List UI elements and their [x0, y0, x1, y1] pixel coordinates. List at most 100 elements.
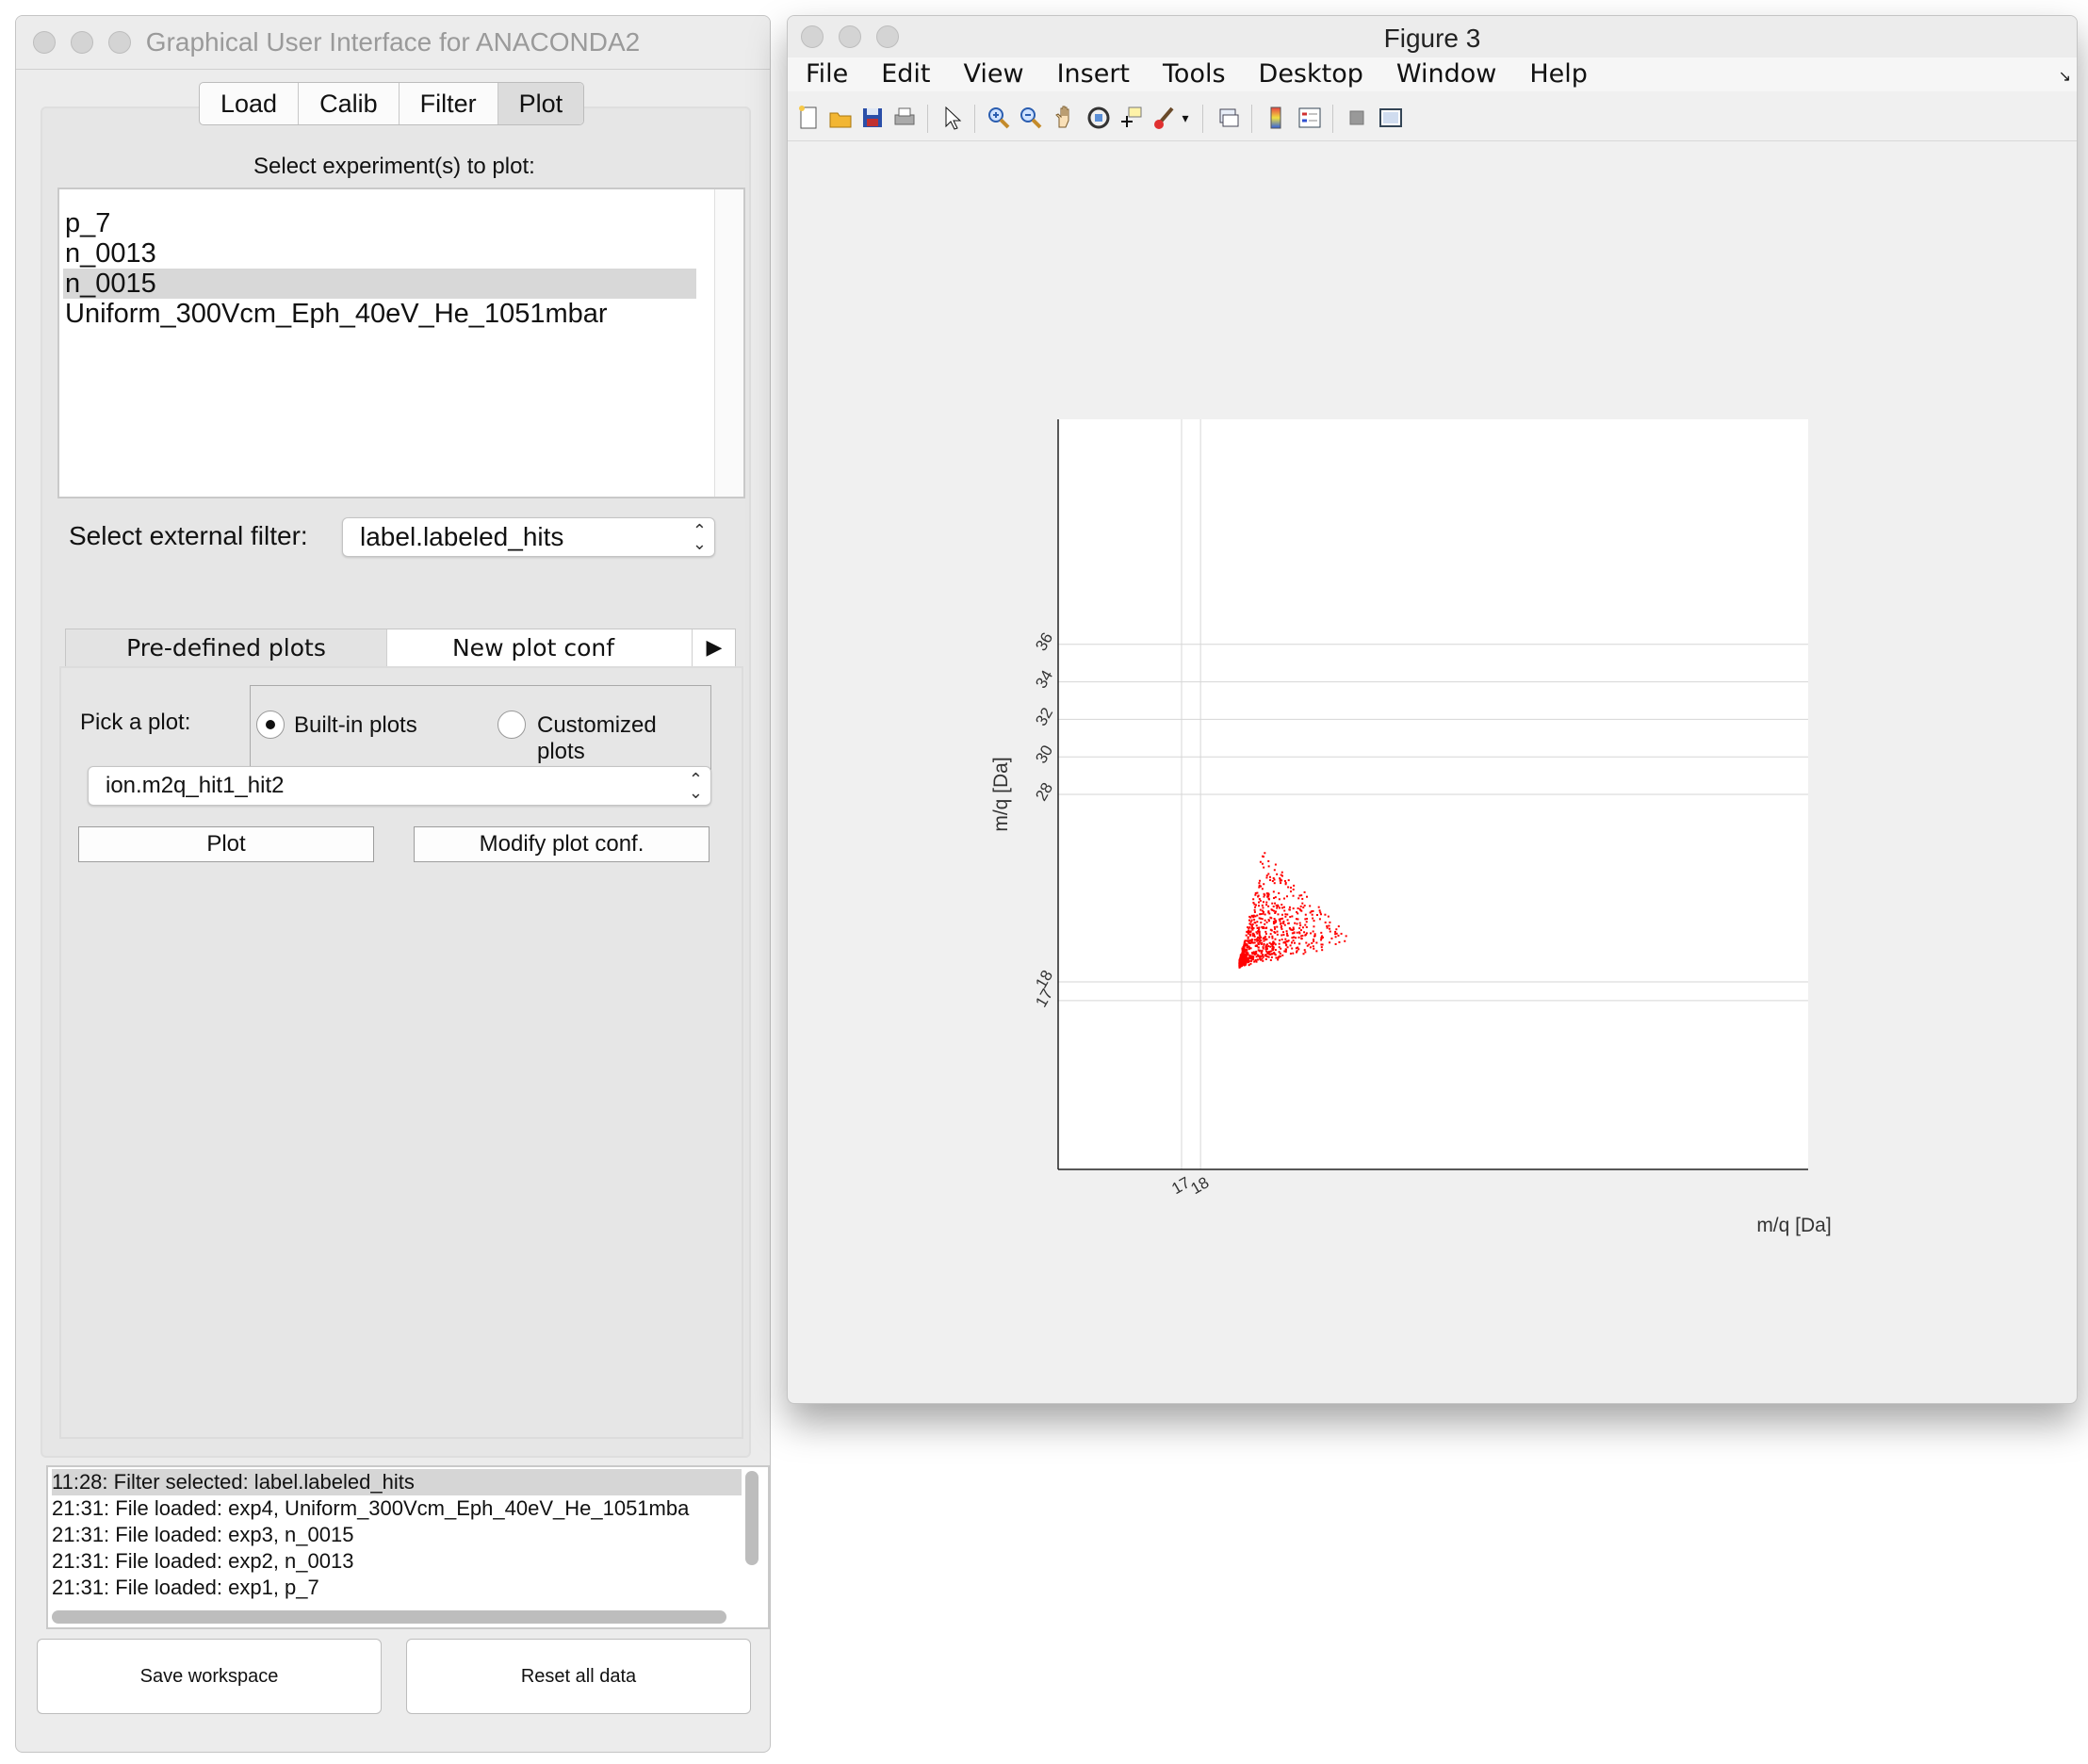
log-line-selected[interactable]: 11:28: Filter selected: label.labeled_hi… — [52, 1469, 742, 1495]
scatter-point — [1257, 946, 1260, 949]
scatter-point — [1263, 866, 1265, 869]
scatter-point — [1281, 934, 1283, 937]
log-line[interactable]: 21:31: File loaded: exp4, Uniform_300Vcm… — [52, 1495, 742, 1522]
menu-tools[interactable]: Tools — [1163, 57, 1226, 91]
colorbar-icon[interactable] — [1263, 105, 1289, 131]
scatter-point — [1313, 920, 1315, 923]
menu-insert[interactable]: Insert — [1057, 57, 1130, 91]
menu-window[interactable]: Window — [1396, 57, 1496, 91]
scatter-plot[interactable]: 17182830323436 1718 m/q [Da] m/q [Da] — [788, 140, 2077, 1403]
rotate-3d-icon[interactable] — [1085, 105, 1112, 131]
scatter-point — [1248, 930, 1251, 933]
save-workspace-button[interactable]: Save workspace — [37, 1639, 382, 1714]
scatter-point — [1280, 926, 1282, 929]
scatter-point — [1267, 953, 1270, 956]
dock-arrow-icon[interactable]: ↘ — [2059, 67, 2071, 86]
scatter-point — [1256, 958, 1259, 961]
log-horizontal-scrollbar[interactable] — [52, 1610, 726, 1624]
zoom-out-icon[interactable] — [1018, 105, 1044, 131]
tab-filter[interactable]: Filter — [400, 83, 498, 124]
scatter-point — [1252, 901, 1255, 904]
figure-window-title: Figure 3 — [1383, 24, 1481, 53]
show-plot-tools-icon[interactable] — [1378, 105, 1404, 131]
external-filter-select[interactable]: label.labeled_hits ⌃ ⌄ — [342, 517, 715, 557]
scatter-point — [1255, 960, 1258, 963]
menu-desktop[interactable]: Desktop — [1259, 57, 1363, 91]
new-figure-icon[interactable] — [795, 105, 822, 131]
scatter-point — [1268, 941, 1271, 944]
log-vertical-scrollbar[interactable] — [745, 1471, 759, 1565]
scatter-point — [1274, 927, 1277, 930]
modify-plot-conf-button[interactable]: Modify plot conf. — [414, 826, 710, 862]
radio-builtin-label[interactable]: Built-in plots — [294, 712, 417, 739]
scatter-point — [1261, 888, 1264, 890]
hide-plot-tools-icon[interactable] — [1344, 105, 1370, 131]
log-line[interactable]: 21:31: File loaded: exp3, n_0015 — [52, 1522, 742, 1548]
log-line[interactable]: 21:31: File loaded: exp2, n_0013 — [52, 1548, 742, 1575]
scatter-point — [1255, 924, 1258, 927]
experiment-listbox[interactable]: p_7 n_0013 n_0015 Uniform_300Vcm_Eph_40e… — [57, 188, 745, 498]
legend-icon[interactable] — [1297, 105, 1323, 131]
log-listbox[interactable]: 11:28: Filter selected: label.labeled_hi… — [46, 1465, 770, 1629]
plot-select[interactable]: ion.m2q_hit1_hit2 ⌃ ⌄ — [88, 766, 711, 806]
scatter-point — [1321, 949, 1324, 952]
print-icon[interactable] — [891, 105, 918, 131]
scatter-point — [1257, 894, 1260, 897]
scatter-point — [1265, 892, 1268, 895]
link-plot-icon[interactable] — [1215, 105, 1242, 131]
scatter-point — [1273, 918, 1276, 921]
scatter-point — [1263, 926, 1265, 929]
tab-calib[interactable]: Calib — [299, 83, 400, 124]
brush-dropdown-icon[interactable]: ▾ — [1178, 105, 1193, 131]
menu-view[interactable]: View — [963, 57, 1023, 91]
scatter-point — [1321, 936, 1324, 939]
experiment-item[interactable]: p_7 — [63, 208, 696, 238]
reset-all-data-button[interactable]: Reset all data — [406, 1639, 751, 1714]
save-icon[interactable] — [859, 105, 886, 131]
experiment-item[interactable]: n_0013 — [63, 238, 696, 269]
radio-custom-label[interactable]: Customized plots — [537, 712, 710, 765]
external-filter-value: label.labeled_hits — [360, 522, 564, 551]
scatter-point — [1318, 918, 1321, 921]
tab-load[interactable]: Load — [200, 83, 300, 124]
scatter-point — [1317, 906, 1320, 908]
subtab-predefined-plots[interactable]: Pre-defined plots — [66, 629, 387, 667]
pan-hand-icon[interactable] — [1052, 105, 1078, 131]
y-tick-label: 28 — [1032, 779, 1056, 804]
scatter-point — [1299, 929, 1302, 932]
zoom-in-icon[interactable] — [986, 105, 1012, 131]
scatter-point — [1304, 923, 1307, 926]
scatter-point — [1270, 917, 1273, 920]
radio-customized-plots[interactable] — [498, 710, 526, 739]
radio-builtin-plots[interactable] — [256, 710, 285, 739]
scatter-point — [1273, 882, 1276, 885]
menu-file[interactable]: File — [806, 57, 848, 91]
scatter-point — [1285, 932, 1288, 935]
scatter-point — [1251, 956, 1254, 958]
scatter-point — [1246, 958, 1248, 961]
experiment-list-scrollbar[interactable] — [714, 189, 743, 497]
scatter-point — [1272, 942, 1275, 945]
scatter-point — [1296, 910, 1298, 913]
menu-help[interactable]: Help — [1529, 57, 1588, 91]
menu-edit[interactable]: Edit — [881, 57, 930, 91]
scatter-point — [1340, 932, 1343, 935]
open-file-icon[interactable] — [827, 105, 854, 131]
scatter-point — [1299, 905, 1302, 907]
scatter-point — [1265, 876, 1268, 879]
plot-button[interactable]: Plot — [78, 826, 374, 862]
scatter-point — [1265, 901, 1268, 904]
tab-plot[interactable]: Plot — [498, 83, 584, 124]
external-filter-label: Select external filter: — [69, 521, 308, 550]
brush-icon[interactable] — [1151, 105, 1178, 131]
scatter-point — [1260, 939, 1263, 942]
data-cursor-icon[interactable] — [1117, 105, 1144, 131]
subtab-more-arrow-icon[interactable]: ▶ — [692, 629, 736, 667]
pointer-icon[interactable] — [938, 105, 965, 131]
log-line[interactable]: 21:31: File loaded: exp1, p_7 — [52, 1575, 742, 1601]
chevron-updown-icon: ⌃ ⌄ — [688, 770, 703, 802]
scatter-point — [1313, 939, 1315, 941]
experiment-item-selected[interactable]: n_0015 — [63, 269, 696, 299]
subtab-new-plot-conf[interactable]: New plot conf — [387, 629, 679, 667]
experiment-item[interactable]: Uniform_300Vcm_Eph_40eV_He_1051mbar — [63, 299, 696, 329]
